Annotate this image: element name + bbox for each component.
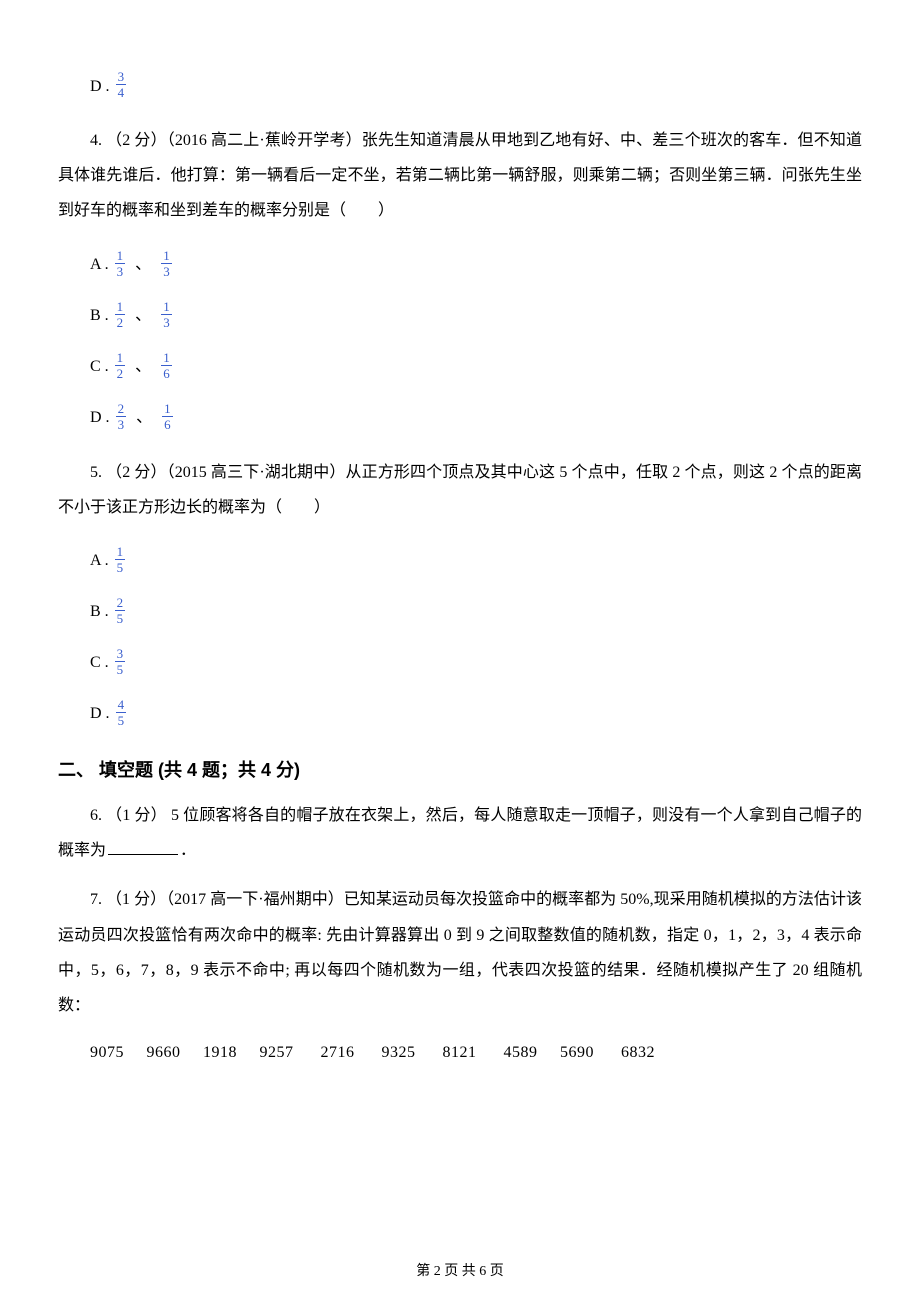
q4-option-a: A . 1 3 、 1 3 xyxy=(90,251,862,280)
fraction-icon: 4 5 xyxy=(116,698,127,727)
q7-stem: 7. （1 分）（2017 高一下·福州期中）已知某运动员每次投篮命中的概率都为… xyxy=(58,882,862,1023)
fraction-icon: 1 6 xyxy=(161,351,172,380)
q7-random-numbers-row: 9075 9660 1918 9257 2716 9325 8121 4589 … xyxy=(90,1041,862,1065)
fraction-denominator: 3 xyxy=(116,416,127,431)
separator: 、 xyxy=(135,253,151,277)
q4-stem: 4. （2 分）（2016 高二上·蕉岭开学考）张先生知道清晨从甲地到乙地有好、… xyxy=(58,123,862,229)
option-label: B . xyxy=(90,600,109,624)
fraction-numerator: 1 xyxy=(161,300,172,314)
fraction-numerator: 1 xyxy=(115,351,126,365)
fraction-numerator: 1 xyxy=(161,249,172,263)
q3-option-d: D . 3 4 xyxy=(90,72,862,101)
fraction-numerator: 3 xyxy=(116,70,127,84)
fraction-icon: 2 5 xyxy=(115,596,126,625)
option-label: D . xyxy=(90,75,110,99)
q5-option-a: A . 1 5 xyxy=(90,547,862,576)
fraction-icon: 1 5 xyxy=(115,545,126,574)
q5-option-c: C . 3 5 xyxy=(90,649,862,678)
separator: 、 xyxy=(135,355,151,379)
q4-option-b: B . 1 2 、 1 3 xyxy=(90,302,862,331)
fraction-icon: 1 3 xyxy=(161,300,172,329)
fraction-numerator: 4 xyxy=(116,698,127,712)
q6-text-after: ． xyxy=(180,842,196,859)
section-2-heading: 二、 填空题 (共 4 题；共 4 分) xyxy=(58,757,862,784)
q6-text-before: 6. （1 分） 5 位顾客将各自的帽子放在衣架上，然后，每人随意取走一顶帽子，… xyxy=(58,807,862,859)
option-label: D . xyxy=(90,406,110,430)
fraction-denominator: 5 xyxy=(115,661,126,676)
option-label: D . xyxy=(90,702,110,726)
option-label: A . xyxy=(90,253,109,277)
option-label: C . xyxy=(90,355,109,379)
page-footer: 第 2 页 共 6 页 xyxy=(0,1261,920,1282)
fraction-icon: 1 2 xyxy=(115,300,126,329)
fraction-numerator: 2 xyxy=(115,596,126,610)
fraction-icon: 2 3 xyxy=(116,402,127,431)
fraction-icon: 3 5 xyxy=(115,647,126,676)
fraction-numerator: 3 xyxy=(115,647,126,661)
fraction-numerator: 1 xyxy=(115,300,126,314)
fraction-denominator: 2 xyxy=(115,314,126,329)
fraction-denominator: 5 xyxy=(116,712,127,727)
fraction-icon: 1 6 xyxy=(162,402,173,431)
q5-option-d: D . 4 5 xyxy=(90,700,862,729)
fraction-icon: 1 3 xyxy=(115,249,126,278)
separator: 、 xyxy=(136,406,152,430)
fraction-denominator: 6 xyxy=(162,416,173,431)
fraction-icon: 1 2 xyxy=(115,351,126,380)
q5-option-b: B . 2 5 xyxy=(90,598,862,627)
fraction-denominator: 5 xyxy=(115,559,126,574)
fraction-icon: 3 4 xyxy=(116,70,127,99)
fraction-numerator: 1 xyxy=(161,351,172,365)
fraction-denominator: 2 xyxy=(115,365,126,380)
q4-option-d: D . 2 3 、 1 6 xyxy=(90,404,862,433)
separator: 、 xyxy=(135,304,151,328)
q4-option-c: C . 1 2 、 1 6 xyxy=(90,353,862,382)
q5-stem: 5. （2 分）（2015 高三下·湖北期中）从正方形四个顶点及其中心这 5 个… xyxy=(58,455,862,525)
page-root: D . 3 4 4. （2 分）（2016 高二上·蕉岭开学考）张先生知道清晨从… xyxy=(0,0,920,1302)
q6-stem: 6. （1 分） 5 位顾客将各自的帽子放在衣架上，然后，每人随意取走一顶帽子，… xyxy=(58,798,862,868)
fraction-denominator: 5 xyxy=(115,610,126,625)
fraction-denominator: 4 xyxy=(116,84,127,99)
fraction-denominator: 3 xyxy=(161,314,172,329)
option-label: B . xyxy=(90,304,109,328)
fraction-numerator: 2 xyxy=(116,402,127,416)
fill-blank xyxy=(108,838,178,855)
option-label: A . xyxy=(90,549,109,573)
fraction-denominator: 3 xyxy=(161,263,172,278)
fraction-denominator: 6 xyxy=(161,365,172,380)
fraction-numerator: 1 xyxy=(115,249,126,263)
fraction-denominator: 3 xyxy=(115,263,126,278)
fraction-icon: 1 3 xyxy=(161,249,172,278)
fraction-numerator: 1 xyxy=(115,545,126,559)
fraction-numerator: 1 xyxy=(162,402,173,416)
option-label: C . xyxy=(90,651,109,675)
